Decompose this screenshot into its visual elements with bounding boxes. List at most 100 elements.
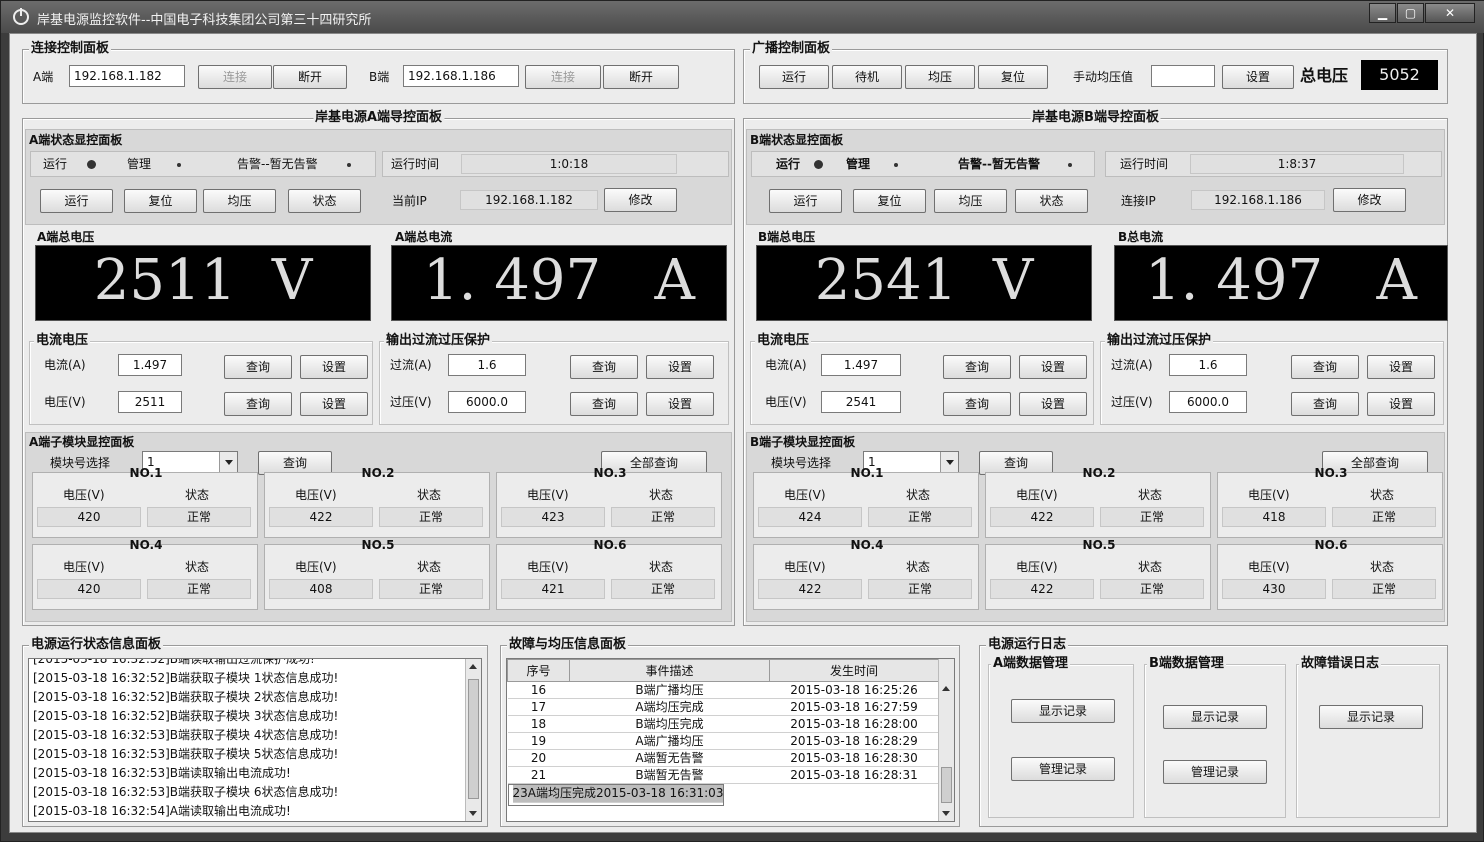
- b-current-set-button[interactable]: 设置: [1019, 355, 1087, 379]
- scroll-thumb[interactable]: [941, 767, 952, 803]
- a-ip-input[interactable]: 192.168.1.182: [69, 65, 185, 87]
- log-line[interactable]: [2015-03-18 16:32:53]B端获取子模块 5状态信息成功!: [29, 745, 481, 764]
- b-status-panel-title: B端状态显控面板: [750, 133, 844, 147]
- fault-table: 序号 事件描述 发生时间 16 B端广播均压 2015-03-18 16:25:26…: [507, 659, 939, 806]
- a-overcurrent-set-button[interactable]: 设置: [646, 355, 714, 379]
- b-overcurrent-field[interactable]: 1.6: [1169, 354, 1247, 376]
- scroll-up-icon[interactable]: [939, 681, 954, 696]
- broadcast-run-button[interactable]: 运行: [759, 65, 829, 89]
- b-status-button[interactable]: 状态: [1015, 189, 1088, 213]
- a-connect-button[interactable]: 连接: [198, 65, 272, 89]
- table-row[interactable]: 21 B端暂无告警 2015-03-18 16:28:31: [507, 766, 939, 784]
- b-equalize-button[interactable]: 均压: [934, 189, 1007, 213]
- b-current-field[interactable]: 1.497: [821, 354, 901, 376]
- a-cv-panel: 电流电压 电流(A) 1.497 查询 设置 电压(V) 2511 查询 设置: [29, 333, 373, 425]
- module-no: NO.4: [129, 538, 163, 552]
- b-ip-input[interactable]: 192.168.1.186: [403, 65, 519, 87]
- status-log-title: 电源运行状态信息面板: [29, 637, 164, 653]
- a-voltage-set-button[interactable]: 设置: [300, 392, 368, 416]
- scroll-thumb[interactable]: [468, 679, 479, 799]
- a-modify-ip-button[interactable]: 修改: [604, 188, 677, 212]
- col-no-header[interactable]: 序号: [507, 659, 570, 682]
- a-overvoltage-field[interactable]: 6000.0: [448, 391, 526, 413]
- cell-time: 2015-03-18 16:31:03: [596, 785, 724, 803]
- b-current-query-button[interactable]: 查询: [943, 355, 1011, 379]
- maximize-button[interactable]: ▢: [1397, 3, 1424, 23]
- a-current-set-button[interactable]: 设置: [300, 355, 368, 379]
- log-line[interactable]: [2015-03-18 16:32:53]B端获取子模块 4状态信息成功!: [29, 726, 481, 745]
- a-equalize-button[interactable]: 均压: [203, 189, 276, 213]
- a-run-button[interactable]: 运行: [40, 189, 113, 213]
- broadcast-reset-button[interactable]: 复位: [978, 65, 1048, 89]
- cell-time: 2015-03-18 16:28:29: [769, 732, 939, 750]
- broadcast-standby-button[interactable]: 待机: [832, 65, 902, 89]
- table-row[interactable]: 18 B端均压完成 2015-03-18 16:28:00: [507, 715, 939, 733]
- b-modify-ip-button[interactable]: 修改: [1333, 188, 1406, 212]
- b-show-record-button[interactable]: 显示记录: [1163, 705, 1267, 729]
- status-log-list[interactable]: [2015-03-18 16:32:52]B端读取输出过流保护成功! [2015-…: [28, 658, 482, 822]
- scroll-down-icon[interactable]: [466, 806, 481, 821]
- fault-table-scrollbar[interactable]: [938, 659, 954, 821]
- b-overcurrent-query-button[interactable]: 查询: [1291, 355, 1359, 379]
- power-icon: [13, 8, 29, 25]
- table-row[interactable]: 19 A端广播均压 2015-03-18 16:28:29: [507, 732, 939, 750]
- b-overvoltage-query-button[interactable]: 查询: [1291, 392, 1359, 416]
- col-desc-header[interactable]: 事件描述: [569, 659, 770, 682]
- broadcast-equalize-button[interactable]: 均压: [905, 65, 975, 89]
- close-button[interactable]: ✕: [1425, 3, 1475, 23]
- a-manage-record-button[interactable]: 管理记录: [1011, 757, 1115, 781]
- a-show-record-button[interactable]: 显示记录: [1011, 699, 1115, 723]
- b-voltage-query-button[interactable]: 查询: [943, 392, 1011, 416]
- a-overvoltage-query-button[interactable]: 查询: [570, 392, 638, 416]
- a-voltage-field[interactable]: 2511: [118, 391, 182, 413]
- b-overvoltage-field[interactable]: 6000.0: [1169, 391, 1247, 413]
- module-no: NO.4: [850, 538, 884, 552]
- a-current-field[interactable]: 1.497: [118, 354, 182, 376]
- log-line[interactable]: [2015-03-18 16:32:54]A端读取输出电流成功!: [29, 802, 481, 821]
- a-overvoltage-set-button[interactable]: 设置: [646, 392, 714, 416]
- status-log-scrollbar[interactable]: [465, 659, 481, 821]
- b-overvoltage-set-button[interactable]: 设置: [1367, 392, 1435, 416]
- manual-equalize-set-button[interactable]: 设置: [1222, 65, 1294, 89]
- log-line[interactable]: [2015-03-18 16:32:52]B端获取子模块 2状态信息成功!: [29, 688, 481, 707]
- b-disconnect-button[interactable]: 断开: [603, 65, 679, 89]
- a-reset-button[interactable]: 复位: [124, 189, 197, 213]
- b-overcurrent-set-button[interactable]: 设置: [1367, 355, 1435, 379]
- minimize-button[interactable]: ▁: [1369, 3, 1396, 23]
- log-line[interactable]: [2015-03-18 16:32:53]B端读取输出电流成功!: [29, 764, 481, 783]
- log-line[interactable]: [2015-03-18 16:32:52]B端获取子模块 3状态信息成功!: [29, 707, 481, 726]
- a-module-panel: A端子模块显控面板 模块号选择 1 查询 全部查询 NO.1 电压(V) 状态 420…: [25, 432, 732, 622]
- col-time-header[interactable]: 发生时间: [769, 659, 939, 682]
- table-row[interactable]: 17 A端均压完成 2015-03-18 16:27:59: [507, 698, 939, 716]
- b-voltage-set-button[interactable]: 设置: [1019, 392, 1087, 416]
- module-voltage-value: 422: [758, 579, 862, 599]
- b-manage-record-button[interactable]: 管理记录: [1163, 760, 1267, 784]
- manual-equalize-input[interactable]: [1151, 65, 1215, 87]
- a-current-query-button[interactable]: 查询: [224, 355, 292, 379]
- a-disconnect-button[interactable]: 断开: [273, 65, 347, 89]
- a-overcurrent-query-button[interactable]: 查询: [570, 355, 638, 379]
- fault-show-record-button[interactable]: 显示记录: [1319, 705, 1423, 729]
- a-status-button[interactable]: 状态: [288, 189, 361, 213]
- module-voltage-label: 电压(V): [63, 560, 105, 574]
- log-line[interactable]: [2015-03-18 16:32:53]B端获取子模块 6状态信息成功!: [29, 783, 481, 802]
- log-line[interactable]: [2015-03-18 16:32:52]B端获取子模块 1状态信息成功!: [29, 669, 481, 688]
- a-protection-title: 输出过流过压保护: [384, 333, 493, 349]
- scroll-down-icon[interactable]: [939, 806, 954, 821]
- b-reset-button[interactable]: 复位: [853, 189, 926, 213]
- b-end-label: B端: [369, 70, 390, 84]
- b-connect-button[interactable]: 连接: [525, 65, 601, 89]
- log-line[interactable]: [2015-03-18 16:32:52]B端读取输出过流保护成功!: [29, 659, 481, 669]
- a-overcurrent-field[interactable]: 1.6: [448, 354, 526, 376]
- module-voltage-label: 电压(V): [784, 488, 826, 502]
- b-run-button[interactable]: 运行: [769, 189, 842, 213]
- a-protection-panel: 输出过流过压保护 过流(A) 1.6 查询 设置 过压(V) 6000.0 查询…: [379, 333, 729, 425]
- table-row[interactable]: 23 A端均压完成 2015-03-18 16:31:03: [507, 784, 725, 806]
- scroll-up-icon[interactable]: [466, 659, 481, 674]
- b-voltage-field[interactable]: 2541: [821, 391, 901, 413]
- b-module-panel-title: B端子模块显控面板: [750, 435, 856, 449]
- table-row[interactable]: 16 B端广播均压 2015-03-18 16:25:26: [507, 681, 939, 699]
- module-voltage-label: 电压(V): [63, 488, 105, 502]
- table-row[interactable]: 20 A端暂无告警 2015-03-18 16:28:30: [507, 749, 939, 767]
- a-voltage-query-button[interactable]: 查询: [224, 392, 292, 416]
